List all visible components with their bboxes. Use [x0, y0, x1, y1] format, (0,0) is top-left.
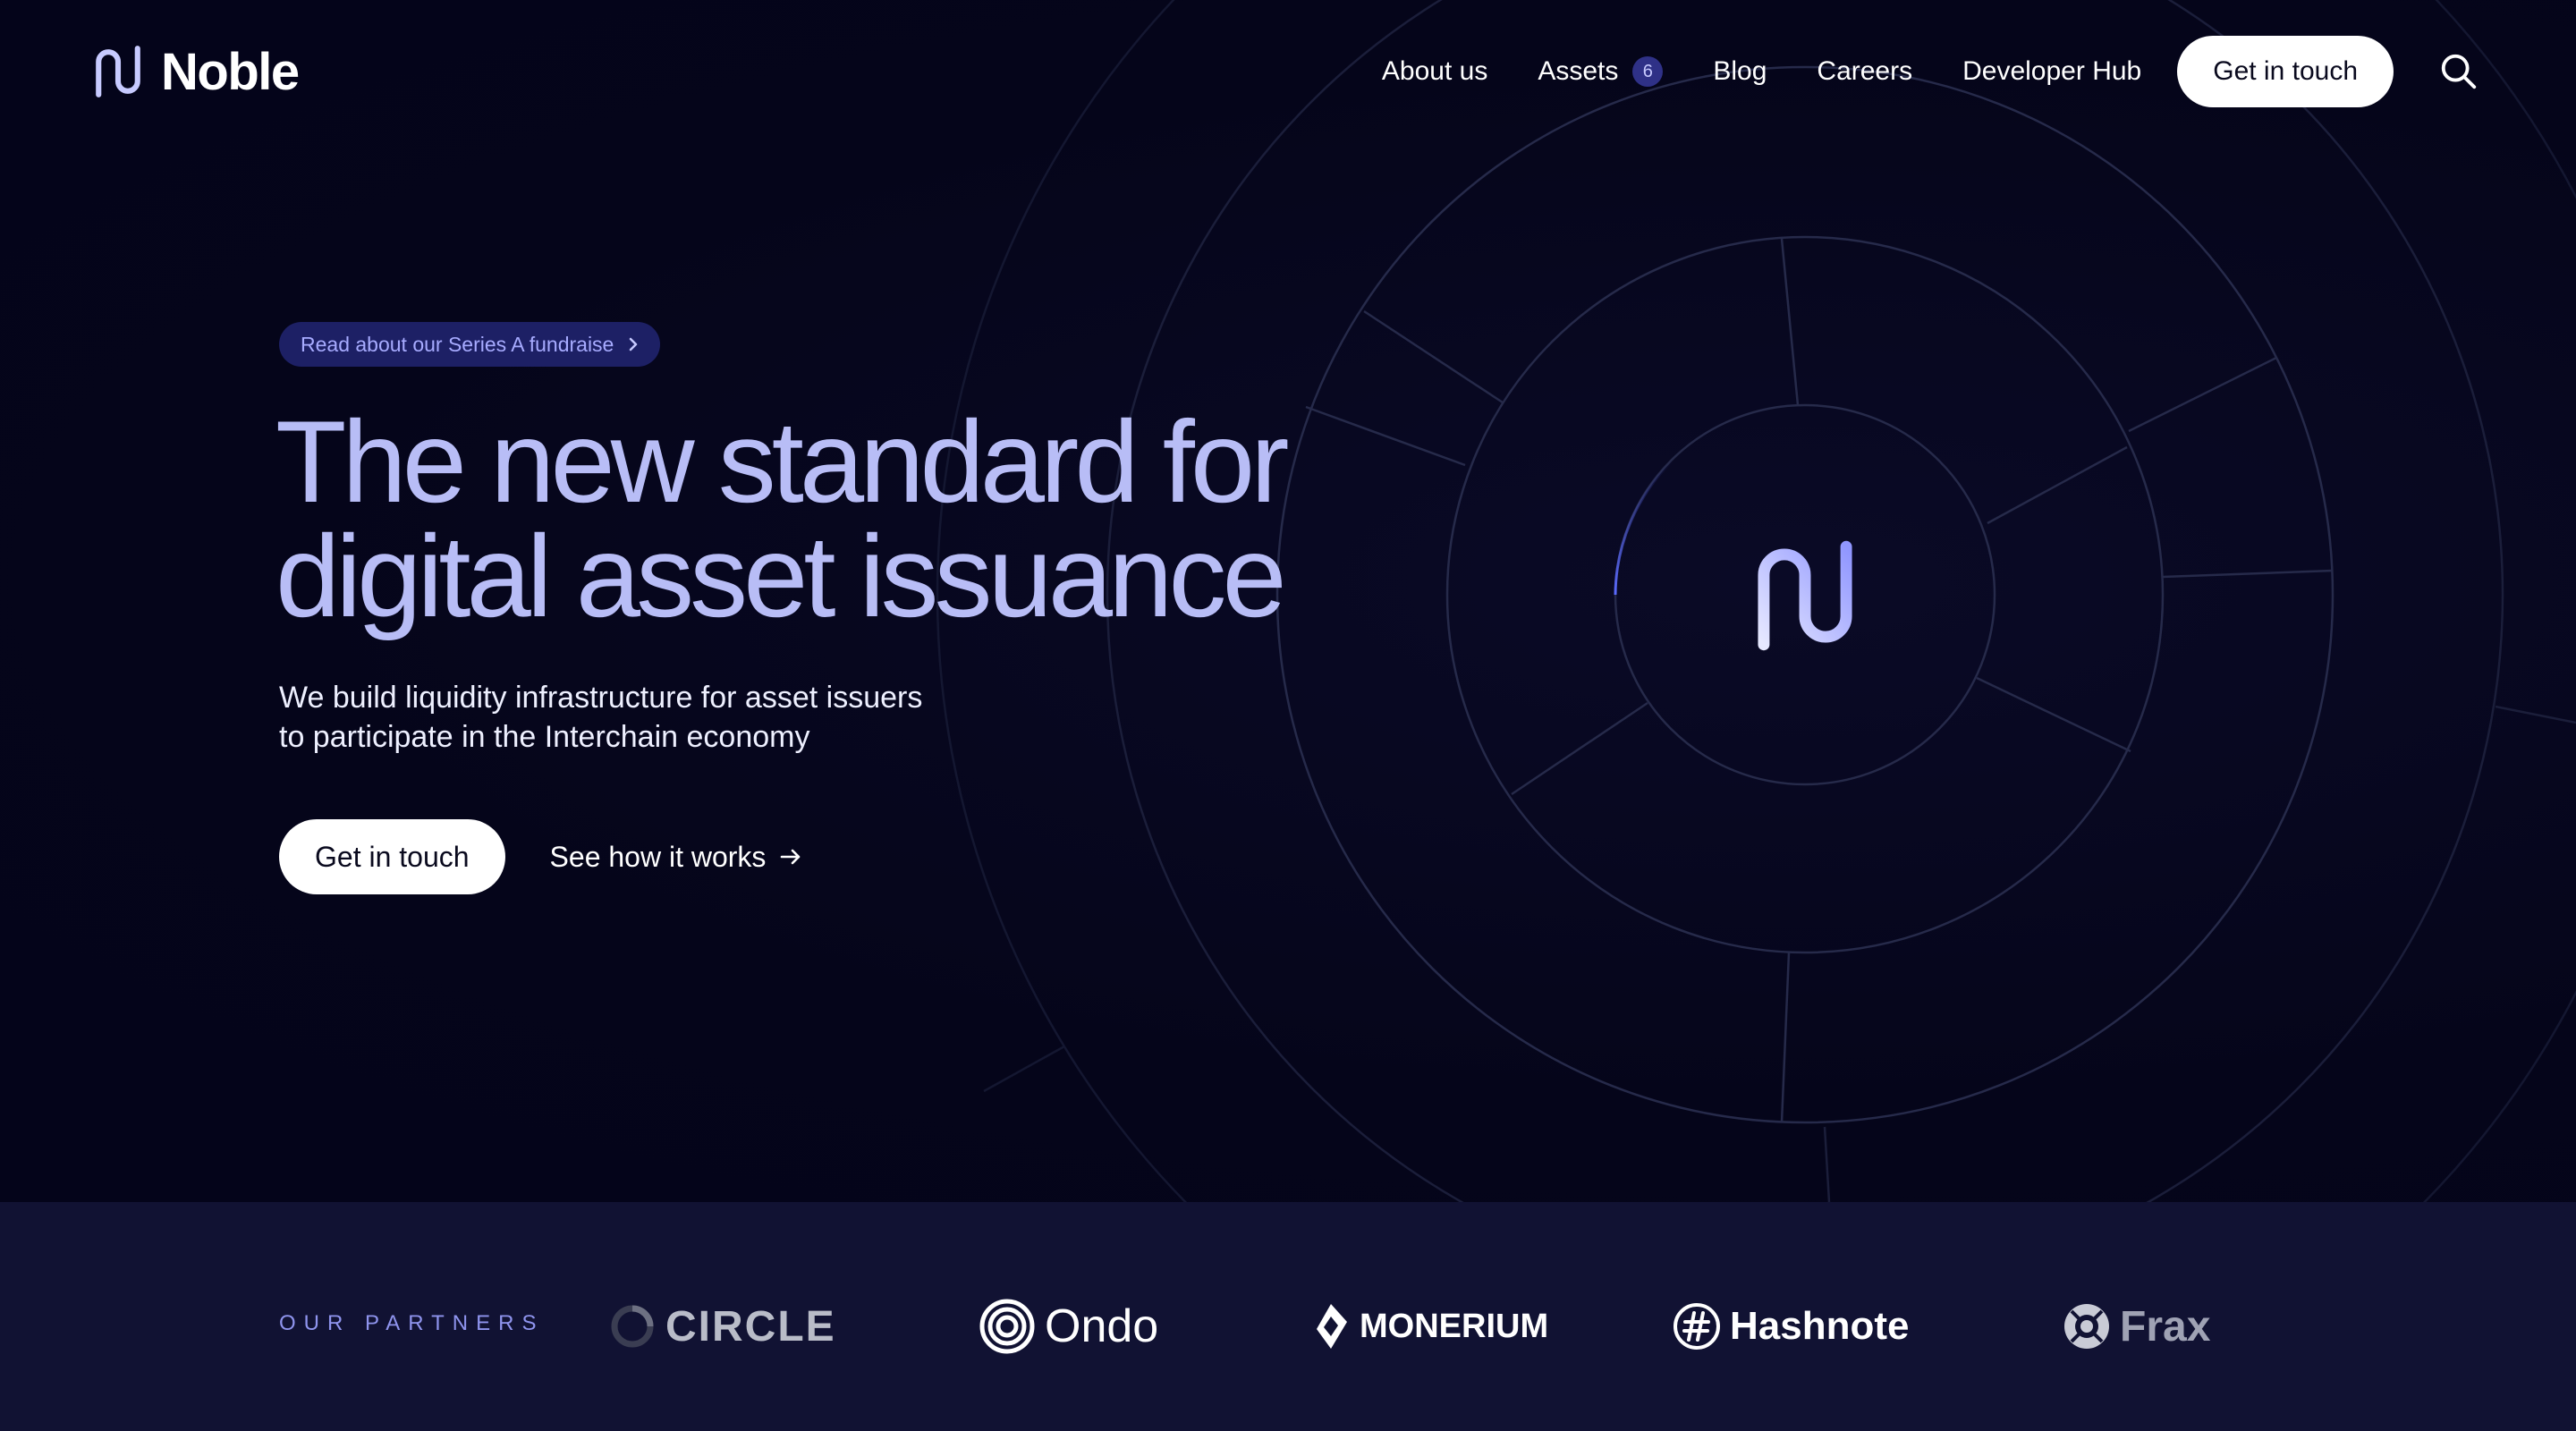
partner-name: CIRCLE — [665, 1302, 836, 1351]
nav-item-about-us[interactable]: About us — [1382, 56, 1487, 87]
nav-item-assets[interactable]: Assets 6 — [1538, 56, 1664, 87]
hero-cta-row: Get in touch See how it works — [279, 819, 803, 894]
partner-logo-frax[interactable]: Frax — [2063, 1297, 2210, 1356]
partner-name: MONERIUM — [1360, 1307, 1549, 1345]
ondo-logo-icon — [979, 1299, 1035, 1354]
nav-item-blog[interactable]: Blog — [1713, 56, 1767, 87]
hero-get-in-touch-button[interactable]: Get in touch — [279, 819, 505, 894]
partner-name: Frax — [2120, 1302, 2211, 1351]
brand-logo[interactable]: Noble — [88, 41, 300, 102]
chevron-right-icon — [630, 337, 638, 351]
subtext-line-1: We build liquidity infrastructure for as… — [279, 681, 923, 715]
nav-get-in-touch-button[interactable]: Get in touch — [2177, 36, 2394, 107]
nav-item-developer-hub[interactable]: Developer Hub — [1962, 56, 2141, 87]
partner-name: Hashnote — [1730, 1304, 1910, 1348]
monerium-logo-icon — [1317, 1304, 1347, 1349]
nav-menu: About us Assets 6 Blog Careers Developer… — [1382, 0, 2576, 143]
circle-logo-icon — [611, 1305, 654, 1348]
top-navigation: Noble About us Assets 6 Blog Careers Dev… — [0, 0, 2576, 143]
noble-logo-icon — [96, 46, 140, 97]
see-how-it-works-link[interactable]: See how it works — [550, 841, 804, 874]
hero-subtext: We build liquidity infrastructure for as… — [279, 678, 1084, 757]
brand-name: Noble — [161, 42, 300, 101]
nav-item-careers[interactable]: Careers — [1817, 56, 1912, 87]
announcement-text: Read about our Series A fundraise — [301, 332, 614, 356]
subtext-line-2: to participate in the Interchain economy — [279, 720, 810, 754]
see-how-it-works-label: See how it works — [549, 840, 767, 873]
hashnote-logo-icon — [1674, 1303, 1720, 1350]
search-icon[interactable] — [2438, 51, 2479, 92]
headline-line-1: The new standard for — [275, 396, 1289, 527]
nav-item-label: About us — [1381, 56, 1488, 86]
headline-line-2: digital asset issuance — [275, 511, 1287, 641]
partner-logo-monerium[interactable]: MONERIUM — [1311, 1297, 1548, 1356]
frax-logo-icon — [2064, 1304, 2109, 1349]
arrow-right-icon — [781, 849, 801, 865]
nav-item-label: Careers — [1817, 56, 1913, 86]
partners-label: OUR PARTNERS — [279, 1311, 545, 1335]
hero-headline: The new standard for digital asset issua… — [275, 396, 1438, 641]
nav-item-label: Developer Hub — [1962, 56, 2142, 86]
nav-item-label: Assets — [1538, 56, 1619, 86]
nav-item-label: Blog — [1713, 56, 1767, 86]
assets-count-badge: 6 — [1632, 56, 1664, 87]
announcement-pill[interactable]: Read about our Series A fundraise — [279, 322, 661, 367]
partner-logo-ondo[interactable]: Ondo — [979, 1297, 1158, 1356]
partner-logo-hashnote[interactable]: Hashnote — [1673, 1297, 1909, 1356]
partner-name: Ondo — [1045, 1300, 1159, 1352]
noble-emblem-icon — [1758, 540, 1852, 651]
partner-logo-circle[interactable]: CIRCLE — [608, 1297, 836, 1356]
